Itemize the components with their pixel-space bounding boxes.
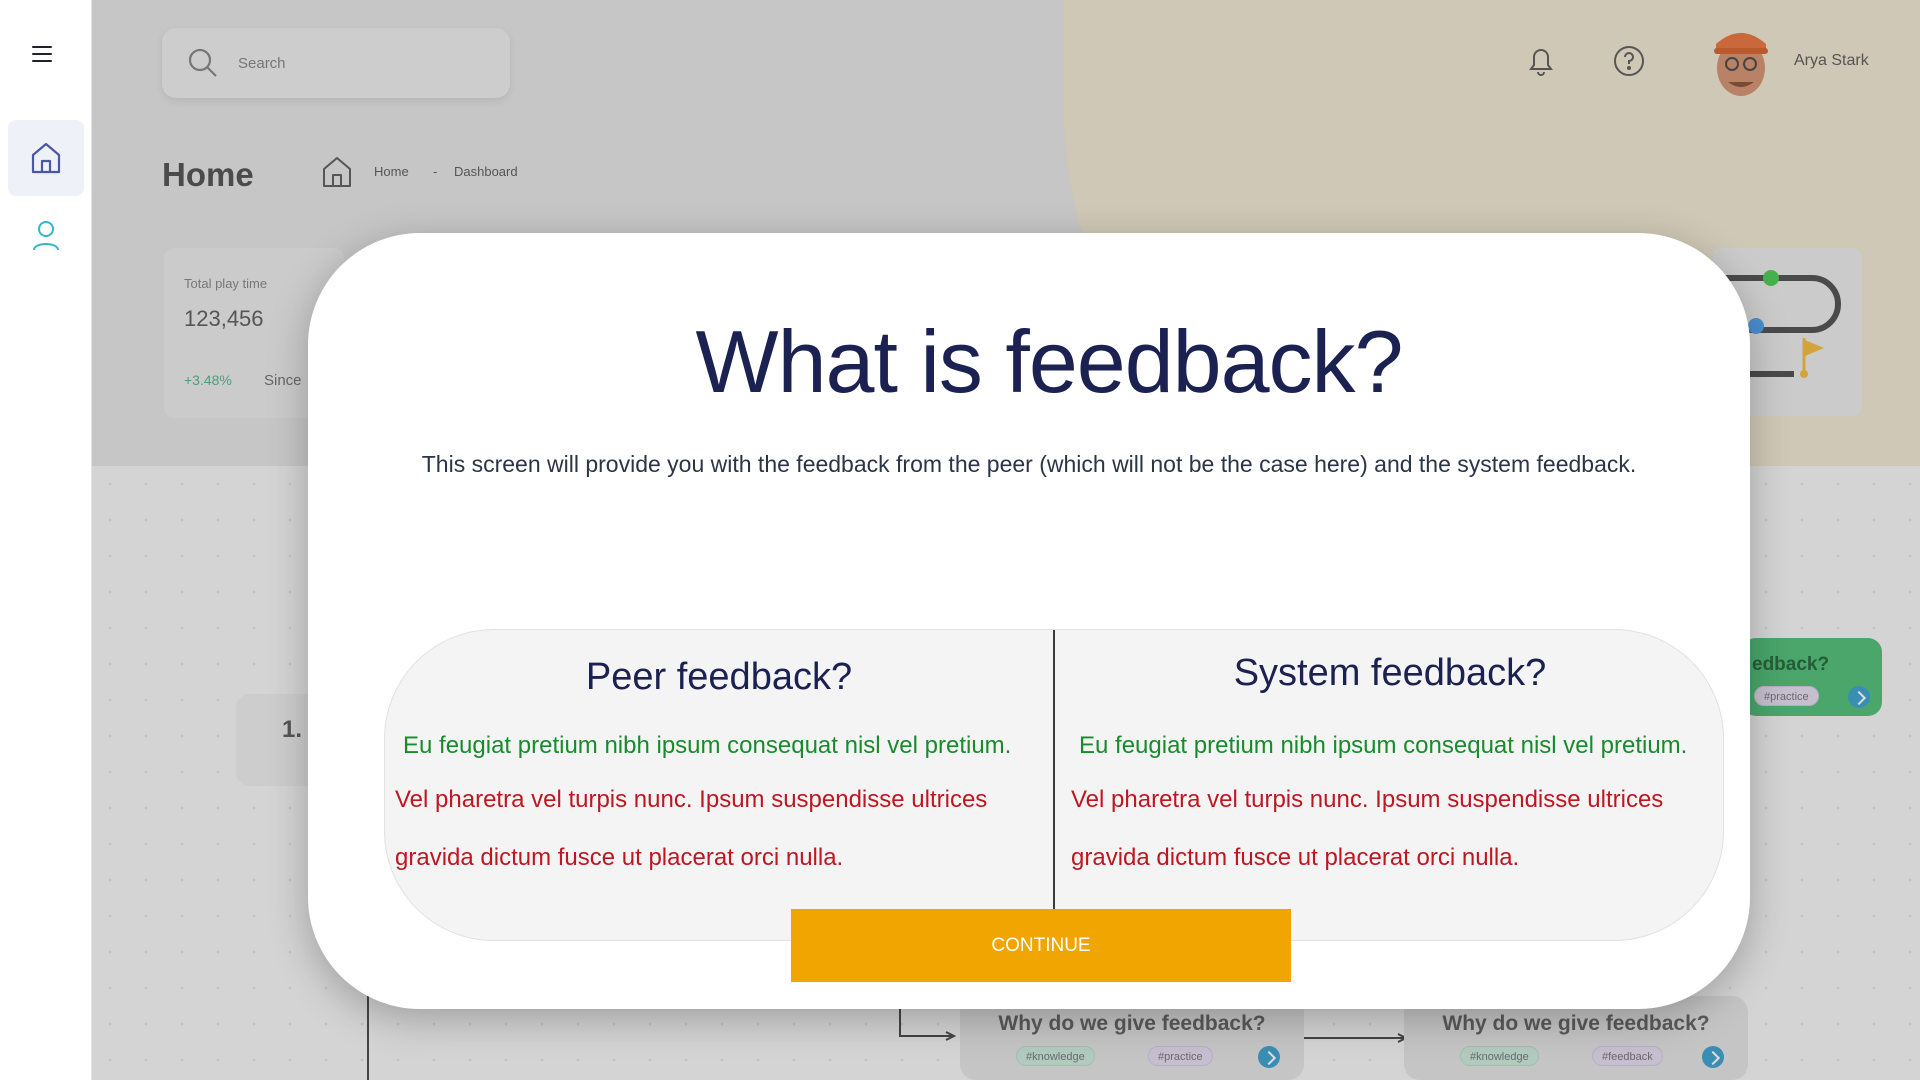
arrow-right-icon[interactable] — [1702, 1046, 1724, 1068]
sidebar — [0, 0, 92, 1080]
system-feedback-positive: Eu feugiat pretium nibh ipsum consequat … — [1079, 732, 1688, 759]
topic-card-title: Why do we give feedback? — [998, 1012, 1266, 1035]
feedback-panel: Peer feedback? Eu feugiat pretium nibh i… — [384, 629, 1724, 941]
system-feedback-negative: Vel pharetra vel turpis nunc. Ipsum susp… — [1071, 786, 1664, 813]
topic-card[interactable]: edback? #practice — [1742, 638, 1882, 716]
peer-feedback-negative: Vel pharetra vel turpis nunc. Ipsum susp… — [395, 786, 988, 813]
peer-feedback-title: Peer feedback? — [585, 656, 853, 698]
tag: #knowledge — [1016, 1046, 1095, 1066]
topic-card-title: edback? — [1752, 654, 1830, 675]
user-icon — [33, 221, 59, 251]
tag: #practice — [1754, 686, 1819, 706]
hamburger-menu-icon[interactable] — [32, 46, 52, 62]
feedback-modal: What is feedback? This screen will provi… — [308, 233, 1750, 1009]
home-icon — [31, 142, 61, 174]
peer-feedback-negative: gravida dictum fusce ut placerat orci nu… — [395, 844, 844, 871]
sidebar-item-home[interactable] — [8, 120, 84, 196]
arrow-right-icon[interactable] — [1258, 1046, 1280, 1068]
continue-button[interactable]: CONTINUE — [791, 909, 1291, 982]
peer-feedback-positive: Eu feugiat pretium nibh ipsum consequat … — [403, 732, 1012, 759]
modal-subtitle: This screen will provide you with the fe… — [421, 451, 1637, 477]
tag: #practice — [1148, 1046, 1213, 1066]
system-feedback-negative: gravida dictum fusce ut placerat orci nu… — [1071, 844, 1520, 871]
tag: #feedback — [1592, 1046, 1663, 1066]
system-feedback-title: System feedback? — [1233, 652, 1547, 694]
arrow-right-icon[interactable] — [1848, 686, 1870, 708]
tag: #knowledge — [1460, 1046, 1539, 1066]
modal-title: What is feedback? — [695, 312, 1404, 411]
sidebar-item-profile[interactable] — [8, 198, 84, 274]
topic-card-title: Why do we give feedback? — [1442, 1012, 1710, 1035]
